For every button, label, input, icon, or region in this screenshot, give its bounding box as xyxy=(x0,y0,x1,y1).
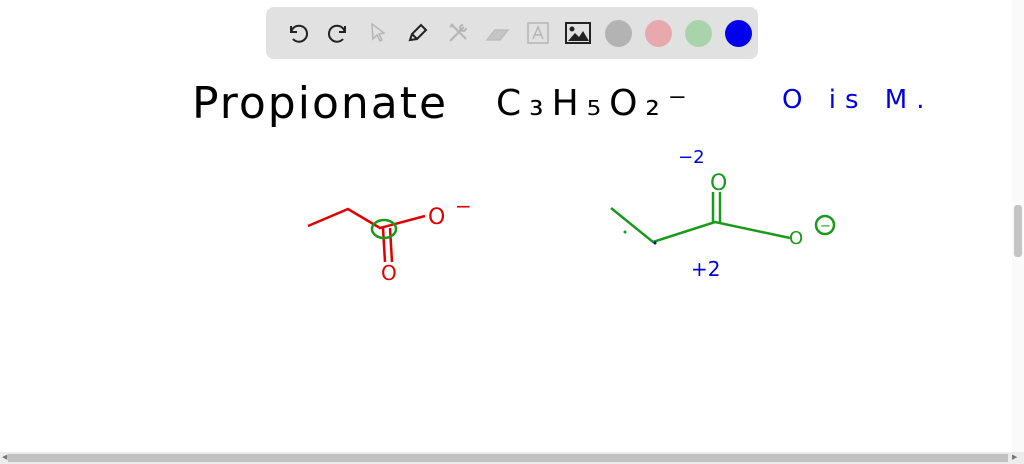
left-o-double: O xyxy=(381,261,397,285)
scroll-left-arrow[interactable]: ◀ xyxy=(2,453,7,461)
note-text: O is M. xyxy=(782,85,933,115)
formula-text: C₃H₅O₂⁻ xyxy=(496,83,695,124)
vertical-scrollbar[interactable] xyxy=(1012,0,1024,452)
scroll-right-arrow[interactable]: ▶ xyxy=(1012,453,1017,461)
left-o-single: O xyxy=(428,205,445,230)
right-o-top: O xyxy=(710,171,727,196)
vertical-scroll-thumb[interactable] xyxy=(1014,205,1022,257)
title-propionate: Propionate xyxy=(192,78,448,129)
horizontal-scroll-thumb[interactable] xyxy=(8,454,1008,462)
top-oxidation-state: −2 xyxy=(678,147,705,168)
carbon-oxidation-state: +2 xyxy=(691,257,720,281)
right-charge: − xyxy=(820,219,831,234)
left-charge: − xyxy=(455,194,472,218)
horizontal-scrollbar[interactable]: ◀ ▶ xyxy=(0,452,1024,464)
left-structure xyxy=(307,207,426,263)
right-o-single: O xyxy=(789,228,803,249)
whiteboard-canvas[interactable]: Propionate C₃H₅O₂⁻ O is M. O − O O O − −… xyxy=(0,0,1010,452)
